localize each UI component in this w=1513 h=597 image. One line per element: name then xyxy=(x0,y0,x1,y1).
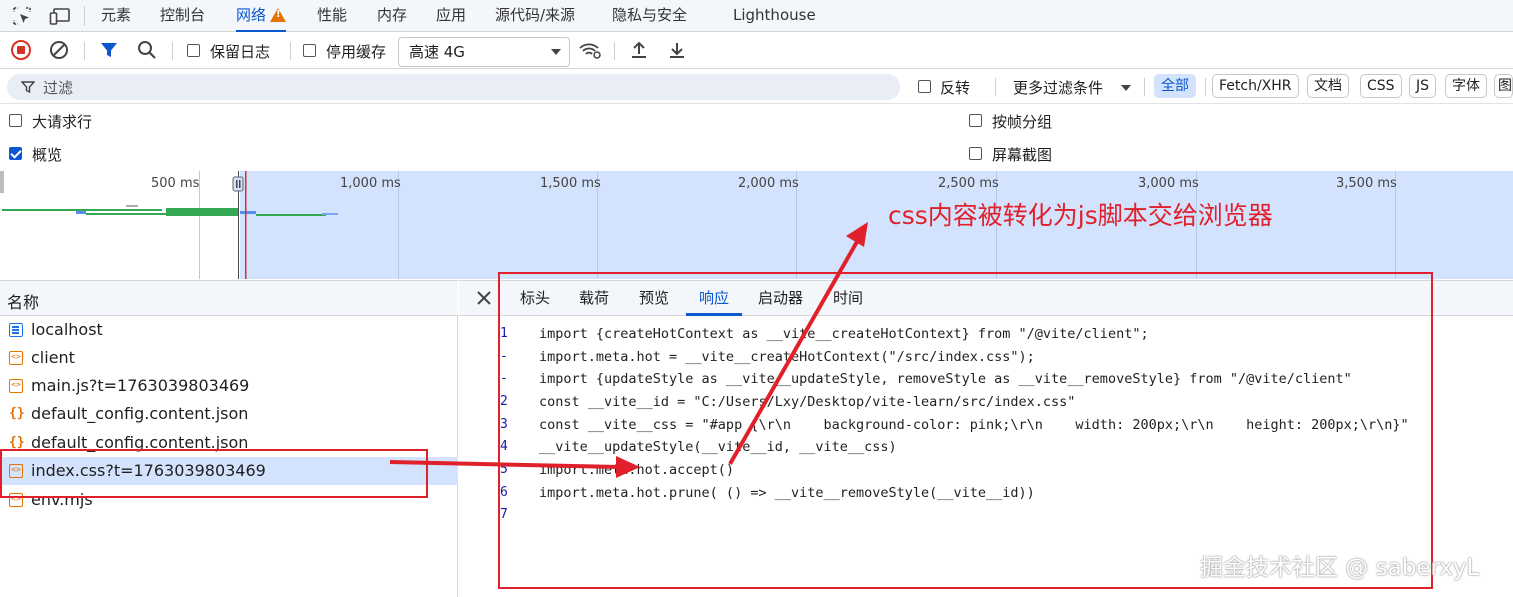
tab-privacy-security[interactable]: 隐私与安全 xyxy=(612,0,687,32)
tab-network-label: 网络 xyxy=(236,6,267,24)
device-toolbar-icon[interactable] xyxy=(48,4,72,28)
invert-checkbox[interactable] xyxy=(918,80,931,93)
document-icon xyxy=(9,323,23,337)
request-name: client xyxy=(31,348,75,367)
json-icon: {} xyxy=(9,435,25,450)
overview-bar xyxy=(126,205,138,207)
overview-bar xyxy=(2,209,162,211)
chip-js[interactable]: JS xyxy=(1409,74,1437,98)
request-name: localhost xyxy=(31,320,103,339)
chip-fetch-xhr[interactable]: Fetch/XHR xyxy=(1212,74,1299,98)
tab-console[interactable]: 控制台 xyxy=(160,0,205,32)
more-filters-label: 更多过滤条件 xyxy=(1013,79,1104,97)
chip-font[interactable]: 字体 xyxy=(1445,74,1487,98)
tab-sources[interactable]: 源代码/来源 xyxy=(495,0,575,32)
stop-recording-icon[interactable] xyxy=(9,38,33,62)
invert-label: 反转 xyxy=(940,79,971,97)
overview-bar xyxy=(240,211,256,214)
network-conditions-icon[interactable] xyxy=(578,38,602,62)
overview-bar xyxy=(166,208,238,216)
tick-label: 3,500 ms xyxy=(1336,176,1397,191)
request-name: default_config.content.json xyxy=(31,404,249,423)
clear-icon[interactable] xyxy=(47,38,71,62)
throttling-select[interactable]: 高速 4G xyxy=(398,37,570,67)
preserve-log-label: 保留日志 xyxy=(210,43,271,61)
toolbar-separator xyxy=(290,42,291,60)
filter-separator xyxy=(1205,78,1206,96)
chip-img[interactable]: 图 xyxy=(1494,74,1513,98)
tab-application[interactable]: 应用 xyxy=(436,0,466,32)
preserve-log-checkbox[interactable] xyxy=(187,44,200,57)
tick-label: 2,500 ms xyxy=(938,176,999,191)
chip-css[interactable]: CSS xyxy=(1360,74,1402,98)
throttling-value: 高速 4G xyxy=(409,43,465,61)
request-row[interactable]: <> client xyxy=(0,344,458,372)
big-rows-checkbox[interactable] xyxy=(9,114,22,127)
export-har-icon[interactable] xyxy=(665,38,689,62)
tab-network[interactable]: 网络 xyxy=(236,0,287,32)
filter-input[interactable]: 过滤 xyxy=(7,74,900,100)
load-marker xyxy=(245,171,247,279)
overview-waterfall xyxy=(0,171,338,279)
chevron-down-icon xyxy=(1121,85,1131,91)
filter-separator xyxy=(1144,78,1145,96)
overview-bar xyxy=(322,213,338,215)
disable-cache-label: 停用缓存 xyxy=(326,43,387,61)
annotation-box-response xyxy=(498,272,1433,589)
filter-separator xyxy=(995,78,996,96)
screenshots-checkbox[interactable] xyxy=(969,147,982,160)
tab-memory[interactable]: 内存 xyxy=(377,0,407,32)
chip-doc[interactable]: 文档 xyxy=(1307,74,1349,98)
script-icon: <> xyxy=(9,351,23,365)
inspect-element-icon[interactable] xyxy=(10,4,34,28)
disable-cache-checkbox[interactable] xyxy=(303,44,316,57)
name-header-label: 名称 xyxy=(7,293,40,312)
tick-label: 3,000 ms xyxy=(1138,176,1199,191)
handle-grip xyxy=(239,180,241,188)
json-icon: {} xyxy=(9,406,25,421)
left-resize-handle xyxy=(0,171,4,193)
tab-performance[interactable]: 性能 xyxy=(317,0,347,32)
tick-label: 2,000 ms xyxy=(738,176,799,191)
overview-label: 概览 xyxy=(32,146,63,164)
overview-bar xyxy=(86,213,166,215)
tab-separator xyxy=(84,6,85,26)
request-row[interactable]: {} default_config.content.json xyxy=(0,400,458,428)
toolbar-separator xyxy=(84,42,85,60)
toolbar-separator xyxy=(172,42,173,60)
search-icon[interactable] xyxy=(135,38,159,62)
right-resize-handle xyxy=(232,176,244,192)
toolbar-separator xyxy=(614,42,615,60)
group-by-frame-label: 按帧分组 xyxy=(992,113,1053,131)
tab-lighthouse[interactable]: Lighthouse xyxy=(733,0,816,32)
name-column-header[interactable]: 名称 xyxy=(0,280,458,316)
request-name: main.js?t=1763039803469 xyxy=(31,376,250,395)
warning-icon xyxy=(270,8,287,22)
watermark: 掘金技术社区 @ saberxyL xyxy=(1200,555,1480,581)
tick-label: 1,000 ms xyxy=(340,176,401,191)
chip-all[interactable]: 全部 xyxy=(1154,74,1196,98)
annotation-box-request xyxy=(0,449,428,498)
filter-icon[interactable] xyxy=(97,38,121,62)
handle-grip xyxy=(236,180,238,188)
funnel-icon xyxy=(21,81,35,94)
request-row[interactable]: <> main.js?t=1763039803469 xyxy=(0,372,458,400)
more-filters-dropdown[interactable]: 更多过滤条件 xyxy=(1013,77,1131,99)
group-by-frame-checkbox[interactable] xyxy=(969,114,982,127)
tick-label: 1,500 ms xyxy=(540,176,601,191)
overview-checkbox[interactable] xyxy=(9,147,22,160)
script-icon: <> xyxy=(9,379,23,393)
request-row[interactable]: localhost xyxy=(0,316,458,344)
big-rows-label: 大请求行 xyxy=(32,113,93,131)
import-har-icon[interactable] xyxy=(627,38,651,62)
annotation-caption: css内容被转化为js脚本交给浏览器 xyxy=(888,201,1273,230)
screenshots-label: 屏幕截图 xyxy=(992,146,1053,164)
filter-placeholder: 过滤 xyxy=(43,79,74,97)
close-icon[interactable] xyxy=(475,289,493,307)
overview-bar xyxy=(256,214,326,216)
overview-bar xyxy=(76,211,86,214)
chevron-down-icon xyxy=(551,49,561,55)
tab-elements[interactable]: 元素 xyxy=(101,0,131,32)
